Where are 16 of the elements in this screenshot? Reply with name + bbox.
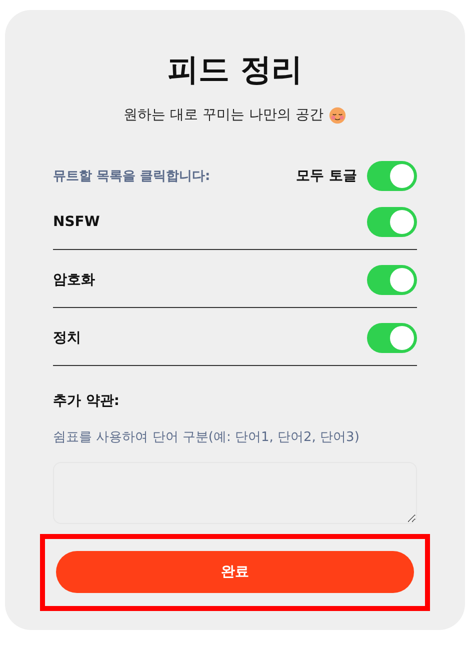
mute-instruction: 뮤트할 목록을 클릭합니다: [53, 168, 210, 185]
filter-label: 암호화 [53, 270, 95, 288]
extra-terms-hint: 쉼표를 사용하여 단어 구분(예: 단어1, 단어2, 단어3) [53, 429, 360, 446]
toggle-switch[interactable] [367, 206, 417, 236]
filter-label: NSFW [53, 214, 100, 230]
page-title: 피드 정리 [166, 51, 304, 90]
toggle-all-label: 모두 토글 [296, 167, 357, 185]
done-button[interactable]: 완료 [56, 551, 414, 593]
subtitle: 원하는 대로 꾸미는 나만의 공간 [124, 106, 324, 124]
toggle-switch[interactable] [367, 322, 417, 352]
extra-terms-label: 추가 약관: [53, 392, 120, 410]
terms-input-field[interactable] [53, 462, 417, 524]
filter-label: 정치 [53, 328, 81, 346]
toggle-switch[interactable] [367, 264, 417, 294]
toggle-switch[interactable] [367, 161, 417, 191]
smiley-icon [329, 106, 346, 124]
